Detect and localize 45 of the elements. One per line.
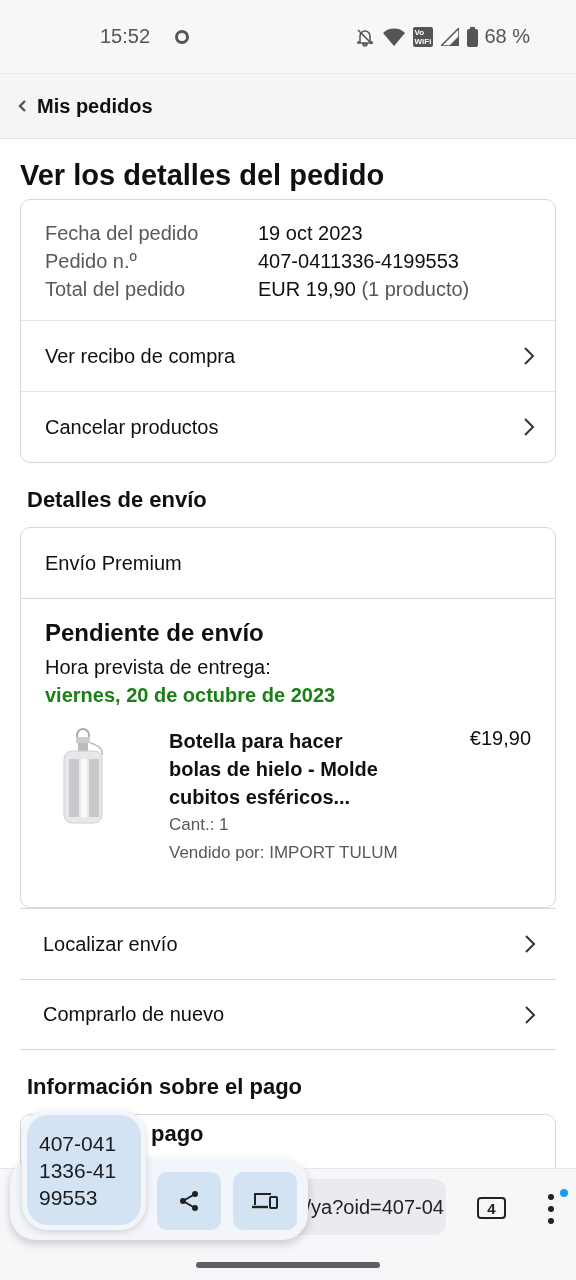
send-to-device-button[interactable] [233,1172,297,1230]
battery-percent: 68 % [484,25,530,48]
back-link[interactable]: Mis pedidos [18,94,153,118]
row-label: Localizar envío [43,932,178,956]
chevron-left-icon [18,99,27,113]
share-button[interactable] [157,1172,221,1230]
shipping-method: Envío Premium [21,528,555,599]
wifi-icon [382,27,405,46]
chevron-right-icon [523,346,535,366]
seller: Vendido por: IMPORT TULUM [169,842,399,864]
clock: 15:52 [100,25,151,48]
battery-icon [467,26,479,47]
row-label: Ver recibo de compra [45,344,236,368]
record-icon [174,28,191,45]
delivery-label: Hora prevista de entrega: [45,655,272,680]
field-label: Pedido n.º [45,249,138,274]
vowifi-icon: Vo WiFi [412,26,434,47]
field-value: 19 oct 2023 [258,221,364,246]
chevron-right-icon [524,1004,536,1025]
chevron-right-icon [524,934,536,954]
field-label: Fecha del pedido [45,221,200,246]
field-value: 407-0411336-4199553 [258,249,460,274]
muted-bell-icon [354,26,375,47]
section-heading: Detalles de envío [27,486,208,514]
share-icon [178,1190,200,1212]
tab-count-button[interactable]: 4 [477,1197,506,1219]
list-row[interactable]: Localizar envío [20,908,556,979]
row-label: Comprarlo de nuevo [43,1003,225,1026]
list-row[interactable]: Comprarlo de nuevo [20,979,556,1050]
page-title: Ver los detalles del pedido [20,158,386,193]
delivery-date: viernes, 20 de octubre de 2023 [45,683,337,708]
field-label: Total del pedido [45,277,187,302]
list-row[interactable]: Cancelar productos [21,391,555,462]
chevron-right-icon [523,417,535,437]
shipment-status: Pendiente de envío [45,618,265,648]
section-heading: Información sobre el pago [27,1073,304,1101]
product-title[interactable]: Botella para hacer bolas de hielo - Molde cubitos esféricos... [169,727,391,811]
product-price: €19,90 [469,727,531,751]
field-value: EUR 19,90 (1 producto) [258,277,471,302]
card-title: pago [151,1121,204,1146]
list-row[interactable]: Ver recibo de compra [21,320,555,391]
signal-icon [441,27,460,46]
quantity: Cant.: 1 [169,814,230,836]
row-label: Cancelar productos [45,415,219,439]
laptop-phone-icon [251,1191,279,1211]
